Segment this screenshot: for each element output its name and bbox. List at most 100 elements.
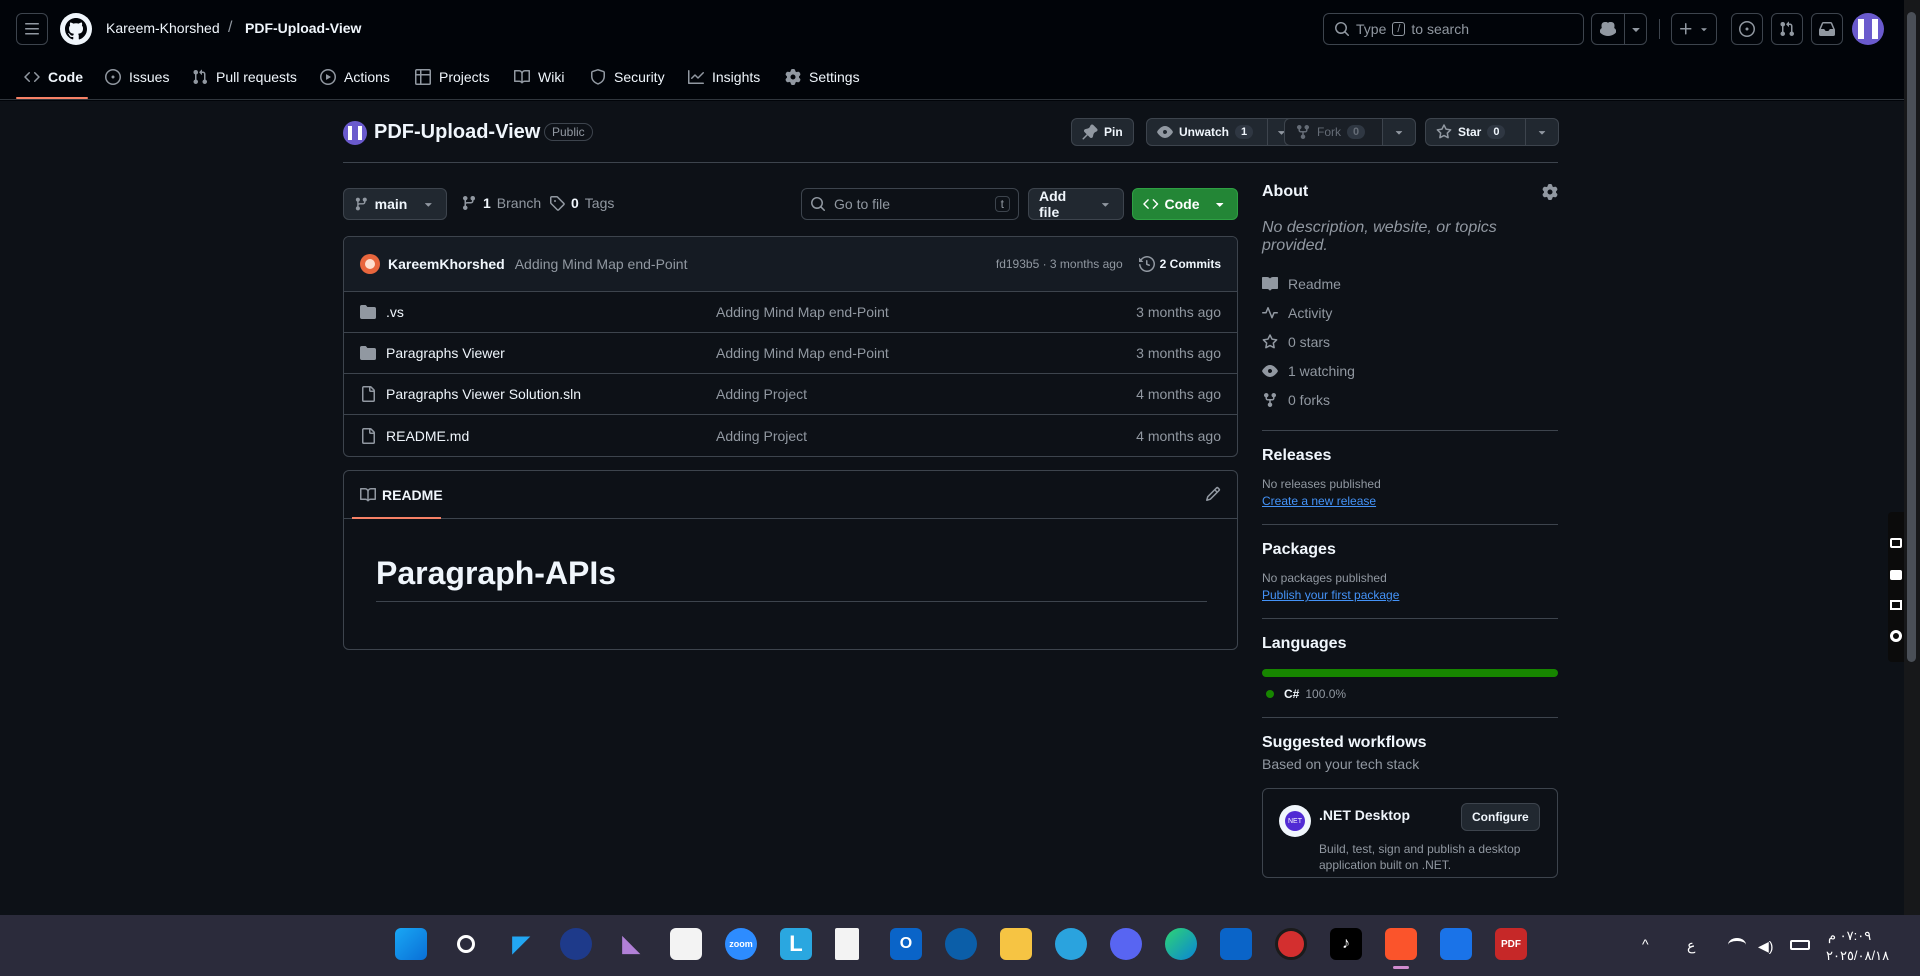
unwatch-button[interactable]: Unwatch 1 [1146, 118, 1268, 146]
workflow-card-desc-2: application built on .NET. [1319, 858, 1452, 872]
create-release-link[interactable]: Create a new release [1262, 494, 1558, 508]
github-logo-icon[interactable] [60, 13, 92, 45]
repo-title[interactable]: PDF-Upload-View [374, 121, 540, 144]
file-commit-message[interactable]: Adding Mind Map end-Point [716, 304, 1101, 320]
document-icon[interactable] [835, 928, 859, 960]
record-icon[interactable] [1275, 928, 1307, 960]
copilot-button[interactable] [1591, 13, 1625, 45]
l-app-icon[interactable]: L [780, 928, 812, 960]
tablet-app-icon[interactable] [1220, 928, 1252, 960]
volume-icon[interactable]: ◀) [1758, 938, 1773, 955]
code-button[interactable]: Code [1132, 188, 1238, 220]
commits-link[interactable]: 2 Commits [1138, 256, 1221, 272]
settings-icon[interactable] [1890, 630, 1902, 642]
repo-link[interactable]: PDF-Upload-View [245, 20, 361, 36]
tab-security[interactable]: Security [590, 66, 665, 88]
start-icon[interactable] [395, 928, 427, 960]
camera-icon[interactable] [1890, 538, 1902, 548]
zoom-icon[interactable]: zoom [725, 928, 757, 960]
fork-dropdown-button[interactable] [1382, 118, 1416, 146]
globe-app-icon[interactable] [945, 928, 977, 960]
active-app-indicator [1393, 966, 1409, 969]
issues-button[interactable] [1731, 13, 1763, 45]
tray-chevron-icon[interactable]: ^ [1642, 936, 1649, 952]
avatar[interactable] [1852, 13, 1884, 45]
commit-message[interactable]: Adding Mind Map end-Point [515, 256, 996, 272]
tab-code[interactable]: Code [24, 66, 83, 88]
tiktok-icon[interactable]: ♪ [1330, 928, 1362, 960]
tab-issues[interactable]: Issues [105, 66, 169, 88]
inbox-button[interactable] [1811, 13, 1843, 45]
publish-package-link[interactable]: Publish your first package [1262, 588, 1558, 602]
clock-date[interactable]: ٢٠٢٥/٠٨/١٨ [1826, 948, 1889, 964]
gear-icon[interactable] [1542, 184, 1558, 200]
commit-hash-time[interactable]: fd193b5 · 3 months ago [996, 257, 1123, 271]
star-dropdown-button[interactable] [1525, 118, 1559, 146]
language-item[interactable]: C# 100.0% [1262, 687, 1558, 701]
tab-projects[interactable]: Projects [415, 66, 490, 88]
input-language[interactable]: ع [1687, 937, 1695, 954]
visual-studio-icon[interactable]: ◣ [615, 928, 647, 960]
wifi-icon[interactable] [1728, 938, 1746, 952]
create-new-button[interactable] [1671, 13, 1717, 45]
file-commit-message[interactable]: Adding Project [716, 386, 1101, 402]
app-dome-icon[interactable] [560, 928, 592, 960]
file-name[interactable]: Paragraphs Viewer [386, 345, 505, 361]
configure-button[interactable]: Configure [1461, 803, 1540, 831]
tab-pull-requests[interactable]: Pull requests [192, 66, 297, 88]
windows-icon[interactable] [1890, 600, 1902, 610]
table-row[interactable]: README.md Adding Project 4 months ago [344, 415, 1237, 456]
scrollbar-thumb[interactable] [1907, 12, 1916, 662]
battery-icon[interactable] [1790, 940, 1810, 950]
pull-requests-button[interactable] [1771, 13, 1803, 45]
search-input[interactable]: Type / to search [1323, 13, 1584, 45]
table-row[interactable]: Paragraphs Viewer Solution.sln Adding Pr… [344, 374, 1237, 415]
menu-button[interactable] [16, 13, 48, 45]
clock-time[interactable]: ٠٧:٠٩ م [1828, 928, 1871, 944]
commit-author-avatar[interactable] [360, 254, 380, 274]
file-name[interactable]: README.md [386, 428, 469, 444]
file-commit-message[interactable]: Adding Project [716, 428, 1101, 444]
star-button[interactable]: Star 0 [1425, 118, 1526, 146]
owner-link[interactable]: Kareem-Khorshed [106, 20, 220, 36]
outlook-icon[interactable]: O [890, 928, 922, 960]
releases-title[interactable]: Releases [1262, 447, 1558, 465]
add-file-button[interactable]: Add file [1028, 188, 1124, 220]
copilot-dropdown-button[interactable] [1624, 13, 1647, 45]
watching-link[interactable]: 1 watching [1262, 356, 1558, 385]
pin-button[interactable]: Pin [1071, 118, 1134, 146]
branches-link[interactable]: 1 Branch [461, 195, 541, 211]
search-taskbar-icon[interactable] [450, 928, 482, 960]
activity-link[interactable]: Activity [1262, 298, 1558, 327]
branch-select-button[interactable]: main [343, 188, 447, 220]
file-name[interactable]: .vs [386, 304, 404, 320]
forks-link[interactable]: 0 forks [1262, 385, 1558, 414]
vscode-icon[interactable]: ◤ [505, 928, 537, 960]
table-row[interactable]: Paragraphs Viewer Adding Mind Map end-Po… [344, 333, 1237, 374]
pdf-app-icon[interactable]: PDF [1495, 928, 1527, 960]
readme-link[interactable]: Readme [1262, 269, 1558, 298]
edit-readme-button[interactable] [1205, 486, 1221, 505]
tab-actions[interactable]: Actions [320, 66, 390, 88]
tags-link[interactable]: 0 Tags [549, 195, 614, 211]
discord-icon[interactable] [1110, 928, 1142, 960]
file-commit-message[interactable]: Adding Mind Map end-Point [716, 345, 1101, 361]
edge-icon[interactable] [1165, 928, 1197, 960]
tab-settings[interactable]: Settings [785, 66, 860, 88]
file-name[interactable]: Paragraphs Viewer Solution.sln [386, 386, 581, 402]
video-camera-icon[interactable] [1890, 570, 1902, 580]
commit-author[interactable]: KareemKhorshed [388, 256, 505, 272]
store-icon[interactable] [670, 928, 702, 960]
go-to-file-input[interactable]: Go to file t [801, 188, 1019, 220]
packages-title[interactable]: Packages [1262, 541, 1558, 559]
stars-link[interactable]: 0 stars [1262, 327, 1558, 356]
file-explorer-icon[interactable] [1000, 928, 1032, 960]
brave-icon[interactable] [1385, 928, 1417, 960]
mail-icon[interactable] [1440, 928, 1472, 960]
fork-icon [1264, 392, 1276, 407]
tab-wiki[interactable]: Wiki [514, 66, 564, 88]
telegram-icon[interactable] [1055, 928, 1087, 960]
readme-tab[interactable]: README [360, 487, 443, 503]
table-row[interactable]: .vs Adding Mind Map end-Point 3 months a… [344, 292, 1237, 333]
tab-insights[interactable]: Insights [688, 66, 760, 88]
